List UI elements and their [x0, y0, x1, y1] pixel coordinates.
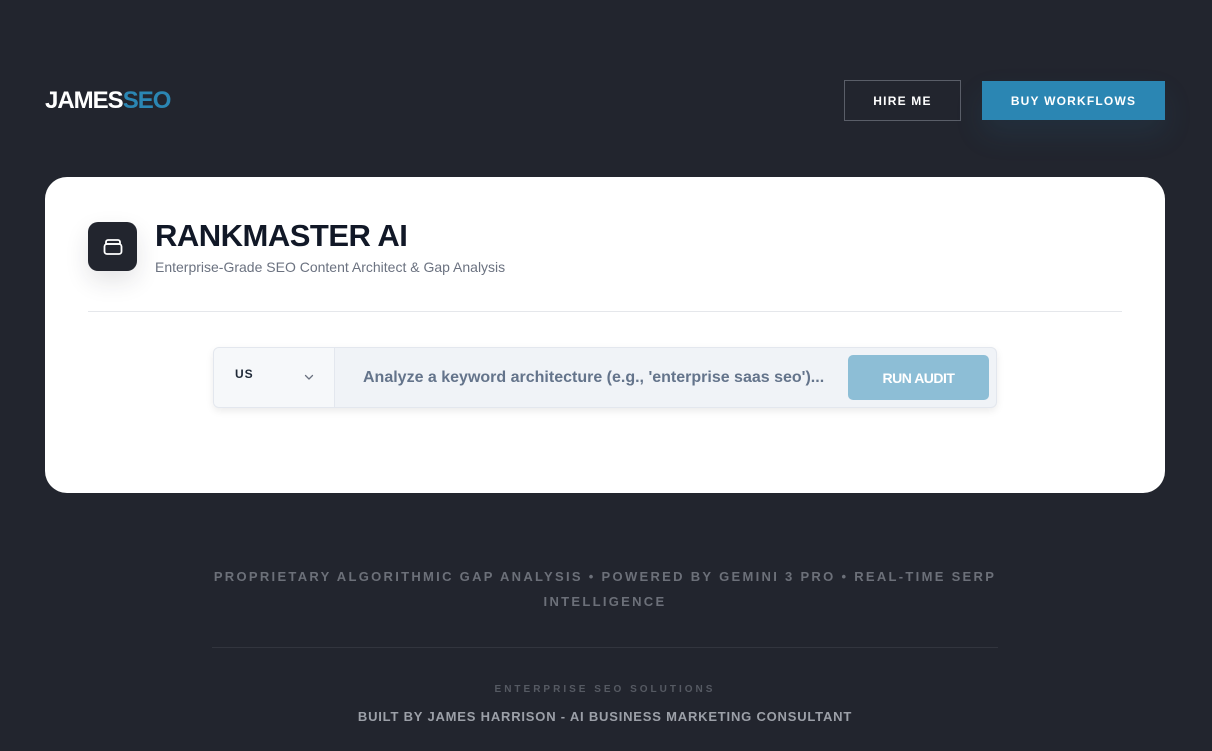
tool-subtitle: Enterprise-Grade SEO Content Architect &…	[155, 259, 506, 275]
card-divider	[88, 311, 1122, 312]
keyword-input[interactable]	[335, 348, 843, 407]
site-header: JAMESSEO HIRE ME BUY WORKFLOWS	[45, 80, 1165, 121]
footer-credit: BUILT BY JAMES HARRISON - AI BUSINESS MA…	[357, 709, 853, 724]
logo-text-james: JAMES	[45, 87, 124, 114]
archive-box-icon	[88, 222, 137, 271]
run-audit-button[interactable]: RUN AUDIT	[848, 355, 989, 400]
logo-text-seo: SEO	[122, 87, 172, 114]
footer-tagline: PROPRIETARY ALGORITHMIC GAP ANALYSIS • P…	[213, 569, 997, 609]
site-logo[interactable]: JAMESSEO	[45, 87, 172, 114]
footer-section-label: ENTERPRISE SEO SOLUTIONS	[494, 684, 716, 695]
tool-title: RANKMASTER AI	[155, 218, 408, 253]
country-select[interactable]: US	[214, 348, 335, 407]
chevron-down-icon	[304, 374, 314, 380]
footer-divider	[212, 647, 998, 648]
buy-workflows-button[interactable]: BUY WORKFLOWS	[982, 81, 1165, 120]
tool-card: RANKMASTER AI Enterprise-Grade SEO Conte…	[45, 177, 1165, 493]
hire-me-button[interactable]: HIRE ME	[844, 80, 961, 121]
country-select-value: US	[235, 367, 254, 381]
audit-search-bar: US RUN AUDIT	[213, 347, 997, 408]
